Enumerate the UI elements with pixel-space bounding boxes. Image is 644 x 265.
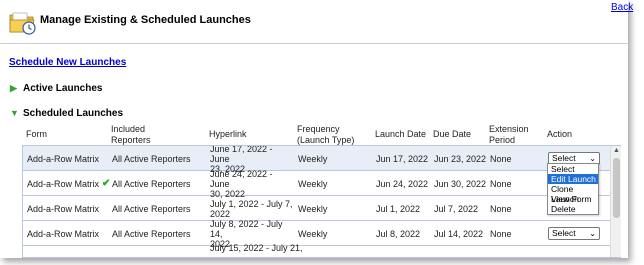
dropdown-option-clone-launch[interactable]: Clone Launch [548,184,598,204]
dropdown-option-view-form[interactable]: View Form [548,194,598,204]
action-select-value: Select [552,228,576,238]
cell-form: Add-a-Row Matrix [27,153,100,164]
table-scrollbar[interactable]: ▲ [610,146,621,257]
cell-hyperlink[interactable]: June 17, 2022 - June 23, 2022 [210,145,294,174]
cell-due-date: Jul 14, 2022 [434,228,484,239]
col-header-frequency[interactable]: Frequency (Launch Type) [297,124,354,146]
action-select-value: Select [552,153,576,163]
table-row[interactable]: Add-a-Row Matrix All Active Reporters Ju… [23,196,610,221]
cell-frequency: Weekly [298,153,328,164]
cell-extension: None [490,178,512,189]
cell-form: Add-a-Row Matrix [27,203,100,214]
col-header-action: Action [547,129,573,139]
cell-reporters: All Active Reporters [112,153,191,164]
cell-hyperlink[interactable]: June 24, 2022 - June 30, 2022 [210,168,294,199]
scheduled-launches-label: Scheduled Launches [23,108,124,119]
expand-triangle-icon: ▶ [10,83,17,93]
cell-launch-date: Jun 17, 2022 [376,153,429,164]
table-row[interactable]: Add-a-Row Matrix All Active Reporters Ju… [23,218,610,249]
hyperlink-line1: July 8, 2022 - July 14, [210,218,283,239]
cell-reporters: All Active Reporters [112,178,191,189]
cell-extension: None [490,228,512,239]
table-row[interactable]: Add-a-Row Matrix All Active Reporters Ju… [23,145,610,174]
page-header: Manage Existing & Scheduled Launches [0,0,628,44]
active-launches-label: Active Launches [23,83,103,94]
launch-manager-window: Manage Existing & Scheduled Launches Sch… [0,0,628,258]
dropdown-option-edit-launch[interactable]: Edit Launch [548,174,598,184]
col-header-frequency-line1: Frequency [297,124,340,134]
col-header-included-reporters[interactable]: Included Reporters [111,124,151,146]
cell-launch-date: Jul 8, 2022 [376,228,421,239]
cell-frequency: Weekly [298,178,328,189]
hyperlink-line1: July 1, 2022 - July 7, [210,198,293,209]
collapse-triangle-icon: ▼ [10,108,19,118]
cell-form: Add-a-Row Matrix ✔ [27,171,110,196]
table-row[interactable]: July 15, 2022 - July 21, [23,243,610,257]
cell-launch-date: Jul 1, 2022 [376,203,421,214]
col-header-extension-line1: Extension [489,124,529,134]
col-header-form[interactable]: Form [26,129,47,140]
folder-icon [9,12,36,35]
cell-reporters: All Active Reporters [112,203,191,214]
schedule-new-launches-link[interactable]: Schedule New Launches [9,57,126,68]
hyperlink-line2: 2022 [210,208,231,219]
cell-due-date: Jun 23, 2022 [434,153,487,164]
checkmark-icon: ✔ [102,177,111,189]
hyperlink-line1: June 24, 2022 - June [210,168,273,189]
table-row[interactable]: Add-a-Row Matrix ✔ All Active Reporters … [23,168,610,199]
chevron-down-icon: ⌄ [589,229,596,238]
scrollbar-thumb[interactable] [613,158,620,218]
cell-reporters: All Active Reporters [112,228,191,239]
col-header-launch-date[interactable]: Launch Date [375,129,426,140]
cell-due-date: Jun 30, 2022 [434,178,487,189]
col-header-due-date[interactable]: Due Date [433,129,471,140]
page-title: Manage Existing & Scheduled Launches [40,14,251,26]
action-dropdown-list[interactable]: Select Edit Launch Clone Launch View For… [547,163,599,215]
scroll-up-arrow-icon[interactable]: ▲ [613,147,620,154]
back-link[interactable]: Back [611,2,633,13]
active-launches-toggle[interactable]: ▶ Active Launches [10,83,102,94]
col-header-included-line1: Included [111,124,146,134]
action-select[interactable]: Select ⌄ [548,227,600,240]
col-header-extension-period[interactable]: Extension Period [489,124,529,146]
cell-due-date: Jul 7, 2022 [434,203,479,214]
cell-hyperlink[interactable]: July 15, 2022 - July 21, [210,243,303,253]
cell-hyperlink[interactable]: July 1, 2022 - July 7, 2022 [210,196,294,221]
col-header-hyperlink[interactable]: Hyperlink [209,129,247,140]
cell-launch-date: Jun 24, 2022 [376,178,429,189]
dropdown-option-select[interactable]: Select [548,164,598,174]
scheduled-launches-table: Add-a-Row Matrix All Active Reporters Ju… [22,145,621,258]
dropdown-option-delete[interactable]: Delete [548,204,598,214]
cell-form: Add-a-Row Matrix [27,228,100,239]
hyperlink-line1: June 17, 2022 - June [210,145,273,164]
cell-extension: None [490,153,512,164]
cell-frequency: Weekly [298,203,328,214]
cell-extension: None [490,203,512,214]
cell-form-text: Add-a-Row Matrix [27,178,100,189]
scheduled-launches-toggle[interactable]: ▼ Scheduled Launches [10,108,123,119]
